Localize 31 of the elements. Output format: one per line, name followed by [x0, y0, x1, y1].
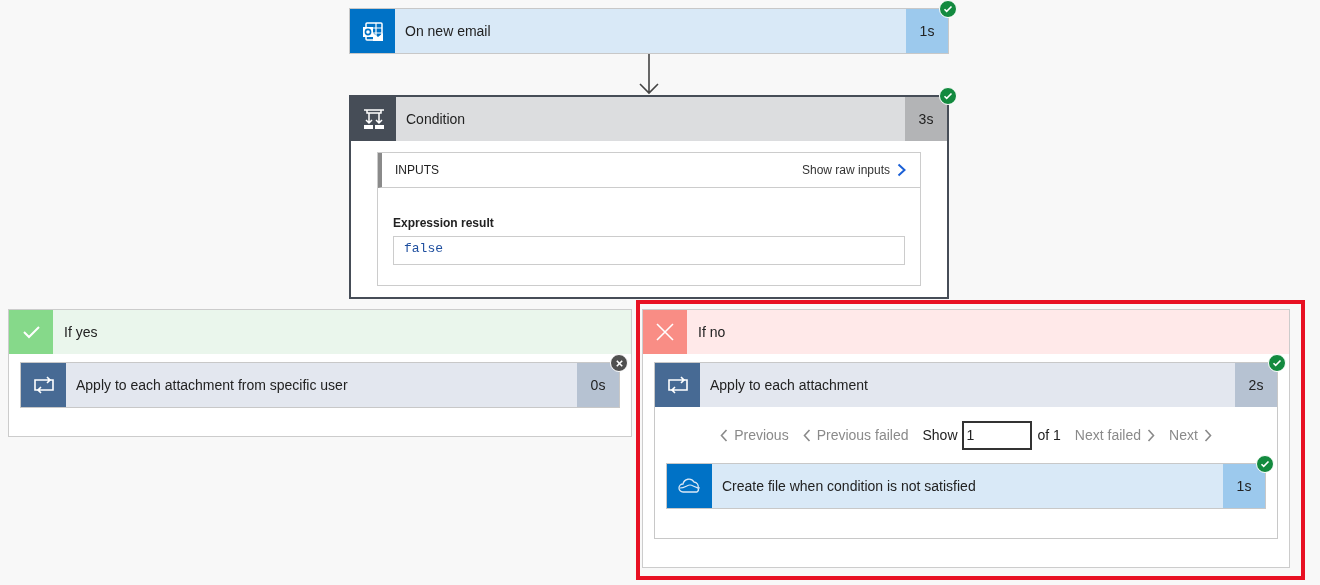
show-raw-inputs-link[interactable]: Show raw inputs: [801, 161, 906, 179]
action-title: Apply to each attachment: [700, 363, 1235, 407]
duration-label: 1s: [906, 9, 948, 53]
branch-icon: [361, 107, 386, 131]
show-label: Show: [922, 425, 958, 445]
page-total-label: of 1: [1037, 425, 1061, 445]
inputs-heading: INPUTS: [395, 162, 439, 179]
chevron-right-icon: [1203, 428, 1212, 442]
page-number-field[interactable]: 1: [961, 420, 1032, 450]
chevron-right-icon: [897, 163, 906, 177]
action-title: Apply to each attachment from specific user: [66, 363, 577, 407]
action-card[interactable]: On new email 1s: [349, 8, 949, 54]
chevron-left-icon: [720, 428, 729, 442]
duration-label: 1s: [1223, 464, 1265, 508]
envelope-icon: [360, 19, 385, 43]
chevron-right-icon: [1147, 428, 1155, 442]
chevron-left-icon: [802, 428, 811, 442]
action-card[interactable]: Condition 3s INPUTS Show raw inputs Expression result false: [349, 95, 949, 299]
action-card[interactable]: Apply to each attachment from specific user 0s: [20, 362, 620, 408]
duration-label: 2s: [1235, 363, 1277, 407]
arrow: [638, 54, 660, 95]
branch-title: If yes: [63, 322, 98, 342]
action-title: Condition: [396, 97, 905, 141]
duration-label: 3s: [905, 97, 947, 141]
field-label: Expression result: [393, 215, 495, 232]
expression-value-field: false: [393, 236, 905, 265]
branch-title: If no: [697, 322, 726, 342]
action-title: Create file when condition is not satisfied: [712, 464, 1223, 508]
duration-label: 0s: [577, 363, 619, 407]
action-card[interactable]: Create file when condition is not satisfied 1s: [666, 463, 1266, 509]
action-title: On new email: [395, 9, 906, 53]
